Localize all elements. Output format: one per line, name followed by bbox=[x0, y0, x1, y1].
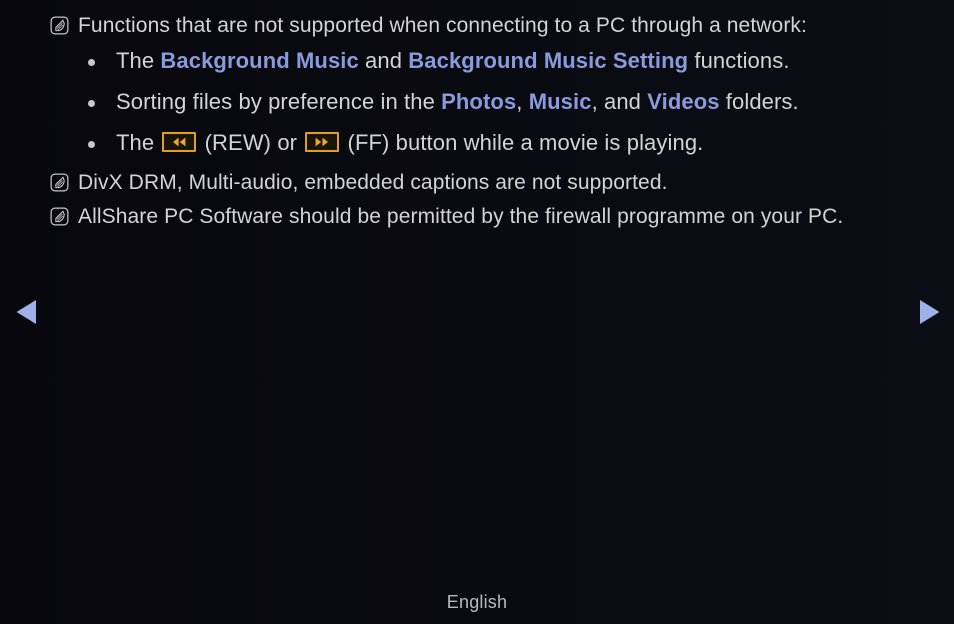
note-pen-icon bbox=[50, 16, 69, 35]
bullet-segment: folders. bbox=[719, 89, 799, 114]
bullet-segment: (FF) button while a movie is playing. bbox=[341, 130, 704, 155]
language-label: English bbox=[446, 592, 508, 612]
note-row: AllShare PC Software should be permitted… bbox=[0, 203, 954, 231]
bullet-segment: The bbox=[116, 130, 161, 155]
bullet-text: The Background Music and Background Musi… bbox=[116, 46, 790, 76]
list-item: The Background Music and Background Musi… bbox=[0, 46, 954, 76]
bullet-dot-icon bbox=[88, 141, 95, 148]
bullet-segment-highlight: Photos bbox=[441, 89, 517, 114]
bullet-text: The (REW) or (FF) button while a movie i… bbox=[116, 128, 703, 158]
bullet-segment: Sorting files by preference in the bbox=[116, 89, 442, 114]
list-item: Sorting files by preference in the Photo… bbox=[0, 87, 954, 117]
list-item: The (REW) or (FF) button while a movie i… bbox=[0, 128, 954, 158]
bullet-segment-highlight: Background Music bbox=[160, 48, 359, 73]
rewind-key-icon bbox=[162, 132, 197, 152]
bullet-segment-highlight: Videos bbox=[647, 89, 720, 114]
bullet-dot-icon bbox=[88, 100, 95, 107]
note-text: DivX DRM, Multi-audio, embedded captions… bbox=[78, 171, 668, 194]
emanual-screen: Functions that are not supported when co… bbox=[0, 0, 954, 624]
note-pen-icon bbox=[50, 207, 69, 226]
bullet-segment: The bbox=[116, 48, 161, 73]
note-text: AllShare PC Software should be permitted… bbox=[78, 205, 844, 228]
bullet-text: Sorting files by preference in the Photo… bbox=[116, 87, 799, 117]
note-pen-icon bbox=[50, 173, 69, 192]
content-area: Functions that are not supported when co… bbox=[0, 0, 954, 237]
bullet-list: The Background Music and Background Musi… bbox=[0, 46, 954, 158]
previous-page-arrow[interactable] bbox=[8, 292, 48, 332]
note-row: DivX DRM, Multi-audio, embedded captions… bbox=[0, 169, 954, 197]
bullet-segment-highlight: Background Music Setting bbox=[408, 48, 689, 73]
note-row: Functions that are not supported when co… bbox=[0, 12, 954, 40]
bullet-segment-highlight: Music bbox=[528, 89, 592, 114]
next-page-arrow[interactable] bbox=[908, 292, 948, 332]
bullet-segment: (REW) or bbox=[198, 130, 304, 155]
bullet-dot-icon bbox=[88, 59, 95, 66]
note-text: Functions that are not supported when co… bbox=[78, 14, 807, 37]
bullet-segment: and bbox=[358, 48, 409, 73]
bullet-segment: functions. bbox=[688, 48, 790, 73]
bullet-segment: , and bbox=[591, 89, 648, 114]
fast-forward-key-icon bbox=[305, 132, 340, 152]
bullet-segment: , bbox=[516, 89, 529, 114]
